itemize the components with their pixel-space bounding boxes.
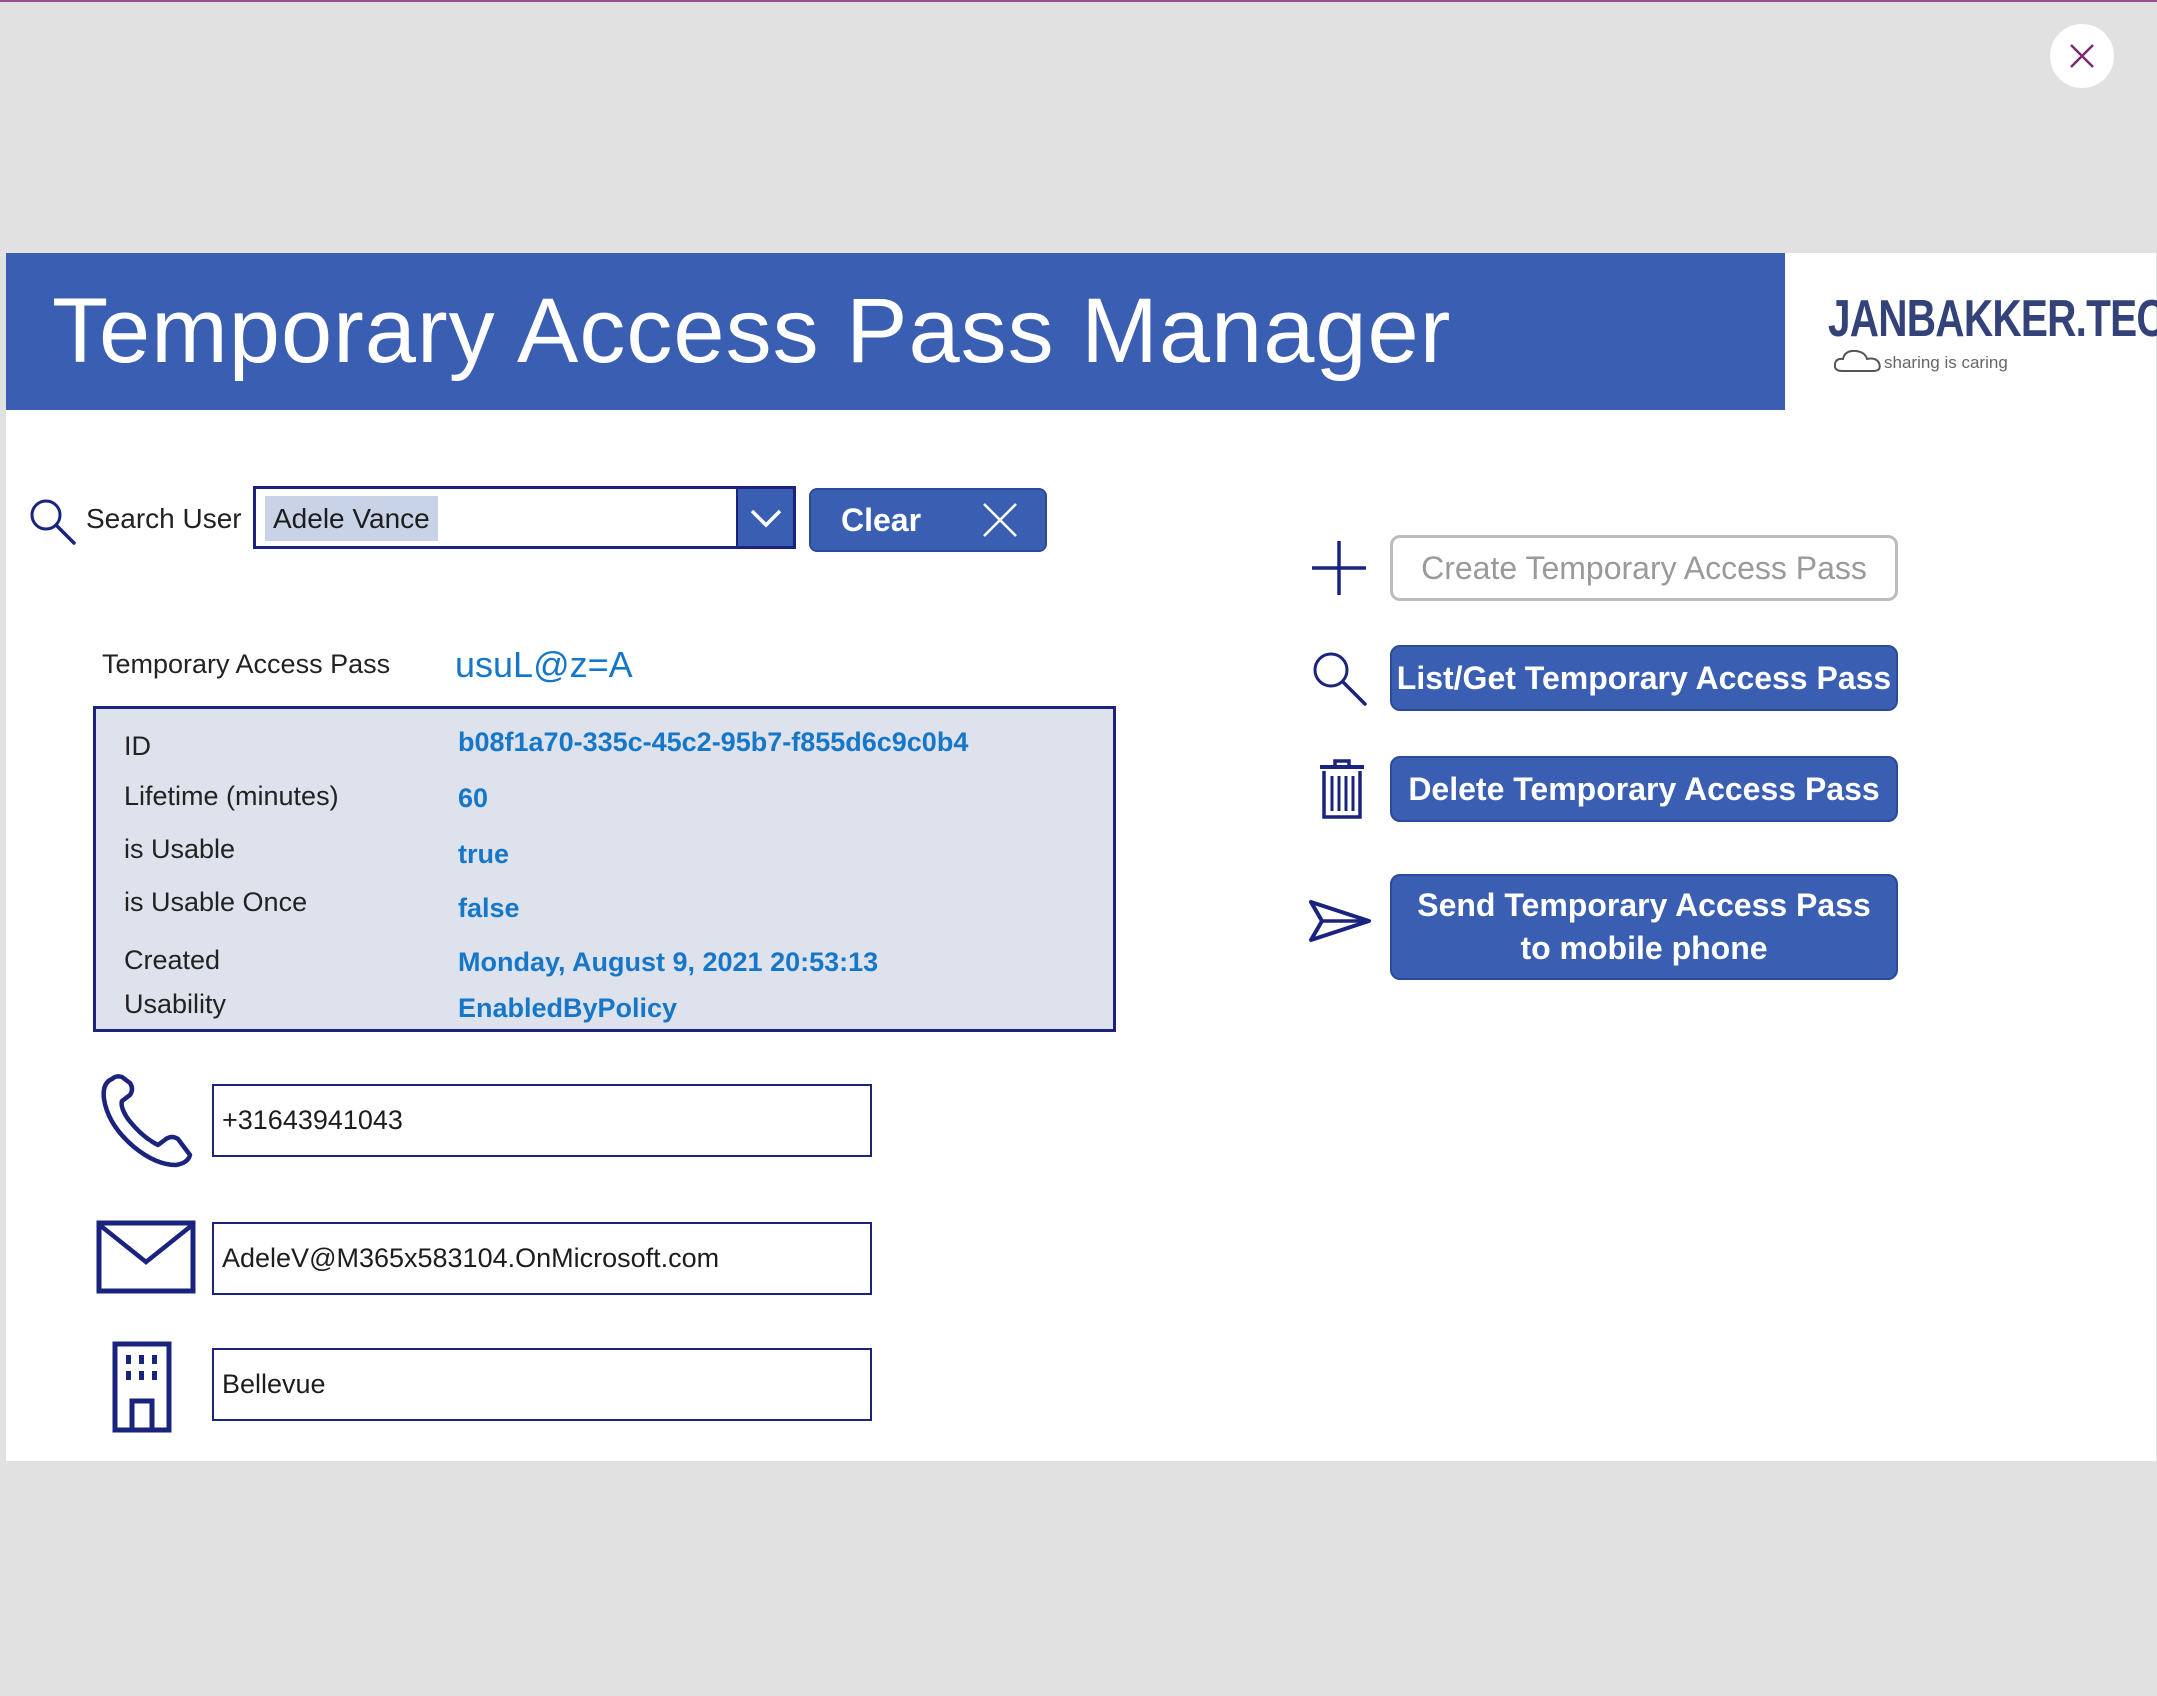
detail-value-id: b08f1a70-335c-45c2-95b7-f855d6c9c0b4: [458, 727, 969, 757]
tap-value: usuL@z=A: [455, 644, 633, 685]
detail-value-usable-once: false: [458, 893, 520, 923]
list-get-tap-button[interactable]: List/Get Temporary Access Pass: [1390, 645, 1898, 711]
delete-tap-button[interactable]: Delete Temporary Access Pass: [1390, 756, 1898, 822]
tap-label: Temporary Access Pass: [102, 649, 391, 679]
tap-details-panel: ID b08f1a70-335c-45c2-95b7-f855d6c9c0b4 …: [93, 706, 1116, 1032]
app-canvas: Temporary Access Pass Manager JANBAKKER.…: [6, 253, 2157, 1461]
clear-x-icon: [983, 503, 1017, 537]
dropdown-toggle[interactable]: [736, 489, 793, 546]
detail-value-usability: EnabledByPolicy: [458, 993, 678, 1023]
send-icon: [1309, 900, 1371, 942]
create-tap-button[interactable]: Create Temporary Access Pass: [1390, 535, 1898, 601]
phone-icon: [101, 1074, 193, 1168]
close-button[interactable]: [2050, 24, 2114, 88]
phone-field[interactable]: +31643941043: [212, 1084, 872, 1157]
chevron-down-icon: [750, 509, 781, 527]
header-banner: Temporary Access Pass Manager: [6, 253, 1785, 410]
user-search-combobox[interactable]: Adele Vance: [253, 486, 796, 549]
search-icon: [1313, 652, 1367, 706]
detail-label-id: ID: [124, 731, 151, 761]
trash-icon: [1320, 759, 1364, 819]
page-title: Temporary Access Pass Manager: [52, 280, 1452, 382]
logo-text: JANBAKKER.TECH: [1828, 290, 2157, 348]
detail-value-created: Monday, August 9, 2021 20:53:13: [458, 947, 879, 977]
mail-icon: [96, 1220, 196, 1294]
plus-icon: [1312, 541, 1366, 595]
cloud-icon: [1833, 349, 1881, 372]
brand-logo: JANBAKKER.TECH sharing is caring: [1814, 289, 2157, 389]
detail-label-created: Created: [124, 945, 221, 975]
detail-label-usability: Usability: [124, 989, 227, 1019]
logo-tagline: sharing is caring: [1884, 353, 2008, 372]
clear-button[interactable]: Clear: [809, 488, 1047, 552]
search-user-label: Search User: [86, 503, 242, 534]
selected-user[interactable]: Adele Vance: [265, 496, 438, 541]
detail-value-lifetime: 60: [458, 783, 489, 813]
clear-button-label: Clear: [841, 501, 922, 538]
detail-label-usable: is Usable: [124, 834, 236, 864]
search-icon: [28, 497, 78, 552]
email-field[interactable]: AdeleV@M365x583104.OnMicrosoft.com: [212, 1222, 872, 1295]
detail-value-usable: true: [458, 839, 510, 869]
detail-label-usable-once: is Usable Once: [124, 887, 308, 917]
close-icon: [2070, 44, 2094, 68]
building-icon: [112, 1341, 172, 1433]
detail-label-lifetime: Lifetime (minutes): [124, 781, 339, 811]
window-top-border: [0, 0, 2157, 2]
send-tap-button[interactable]: Send Temporary Access Pass to mobile pho…: [1390, 874, 1898, 980]
office-field[interactable]: Bellevue: [212, 1348, 872, 1421]
